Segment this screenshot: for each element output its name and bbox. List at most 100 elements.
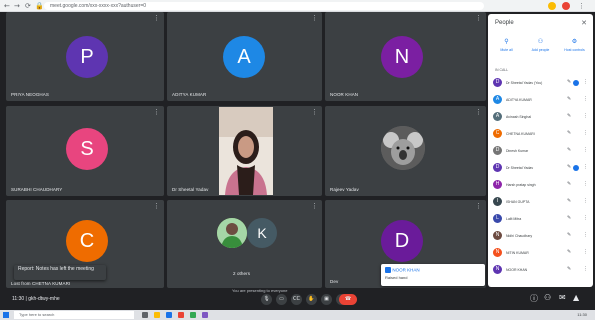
more-icon[interactable]: ⋮ xyxy=(583,147,588,153)
chat-icon[interactable]: ✉ xyxy=(559,293,566,302)
more-icon[interactable]: ⋮ xyxy=(583,79,588,85)
captions-button[interactable]: CC xyxy=(291,294,302,305)
lock-icon: 🔒 xyxy=(35,2,44,10)
tile-more-icon[interactable]: ⋮ xyxy=(153,14,160,22)
taskbar-search[interactable]: Type here to search xyxy=(14,311,134,319)
participant-name: ADITYA KUMAR xyxy=(506,98,532,102)
more-icon[interactable]: ⋮ xyxy=(583,181,588,187)
pin-icon[interactable]: ✎ xyxy=(567,96,571,102)
person-video-icon xyxy=(219,107,273,195)
host-controls-button[interactable]: ⚙ Host controls xyxy=(558,38,591,52)
info-icon[interactable]: ⓘ xyxy=(530,293,538,304)
more-icon[interactable]: ⋮ xyxy=(583,130,588,136)
tile-more-icon[interactable]: ⋮ xyxy=(311,202,318,210)
pin-icon[interactable]: ✎ xyxy=(567,181,571,187)
participant-row[interactable]: A ADITYA KUMAR ✎ ⋮ xyxy=(493,93,589,107)
activities-icon[interactable]: ▲ xyxy=(573,293,579,302)
others-tile[interactable]: K ⋮ 2 others xyxy=(167,200,322,288)
file-explorer-icon[interactable] xyxy=(154,312,160,318)
participant-row[interactable]: D Dinesh Kumar ✎ ⋮ xyxy=(493,144,589,158)
more-icon[interactable]: ⋮ xyxy=(583,249,588,255)
pin-icon[interactable]: ✎ xyxy=(567,147,571,153)
hand-icon xyxy=(385,267,391,273)
participant-row[interactable]: N NITIN KUMAR ✎ ⋮ xyxy=(493,246,589,260)
forward-icon[interactable]: → xyxy=(14,1,20,11)
pin-icon[interactable]: ✎ xyxy=(567,232,571,238)
reload-icon[interactable]: ⟳ xyxy=(25,1,31,11)
participant-row[interactable]: D Dr Sheetal Yadav ✎ ⋮ xyxy=(493,161,589,175)
avatar: N xyxy=(381,36,423,78)
pin-icon[interactable]: ✎ xyxy=(567,130,571,136)
camera-button[interactable]: ▭ xyxy=(276,294,287,305)
tile-more-icon[interactable]: ⋮ xyxy=(475,108,482,116)
participant-row[interactable]: H Harsh pratap singh ✎ ⋮ xyxy=(493,178,589,192)
pin-icon[interactable]: ✎ xyxy=(567,79,571,85)
avatar: S xyxy=(66,128,108,170)
people-icon[interactable]: ⚇ xyxy=(544,293,551,302)
pin-icon[interactable]: ✎ xyxy=(567,113,571,119)
present-button[interactable]: ▣ xyxy=(321,294,332,305)
participant-row[interactable]: A Avinash Singhal ✎ ⋮ xyxy=(493,110,589,124)
extension-icon[interactable] xyxy=(548,2,556,10)
profile-avatar[interactable] xyxy=(562,2,570,10)
more-icon[interactable]: ⋮ xyxy=(583,198,588,204)
pin-icon[interactable]: ✎ xyxy=(567,266,571,272)
more-icon[interactable]: ⋮ xyxy=(583,266,588,272)
participant-tile[interactable]: N ⋮ NOOR KHAN xyxy=(325,12,486,101)
more-icon[interactable]: ⋮ xyxy=(583,96,588,102)
participant-tile[interactable]: S ⋮ SURABHI CHAUDHARY xyxy=(6,106,164,196)
leave-call-button[interactable]: ☎ xyxy=(339,294,357,305)
presenting-label: You are presenting to everyone xyxy=(232,288,288,293)
more-icon[interactable]: ⋮ xyxy=(583,113,588,119)
host-controls-icon: ⚙ xyxy=(571,38,578,45)
mic-button[interactable]: 🎙 xyxy=(261,294,272,305)
participant-row[interactable]: C CHETNA KUMARI ✎ ⋮ xyxy=(493,127,589,141)
participant-tile[interactable]: ⋮ Rajeev Yadav xyxy=(325,106,486,196)
participant-row[interactable]: N NOOR KHAN ✎ ⋮ xyxy=(493,263,589,277)
participant-row[interactable]: N Nidhi Chaudhary ✎ ⋮ xyxy=(493,229,589,243)
participant-tile[interactable]: C ⋮ Report: Notes has left the meeting L… xyxy=(6,200,164,288)
app-icon[interactable] xyxy=(202,312,208,318)
tile-more-icon[interactable]: ⋮ xyxy=(475,14,482,22)
add-people-button[interactable]: ⚇ Add people xyxy=(524,38,557,52)
participant-tile[interactable]: A ⋮ ADITYA KUMAR xyxy=(167,12,322,101)
pin-icon[interactable]: ✎ xyxy=(567,164,571,170)
mute-all-button[interactable]: ⚲ Mute all xyxy=(490,38,523,52)
browser-menu-icon[interactable]: ⋮ xyxy=(578,1,585,11)
chrome-icon[interactable] xyxy=(178,312,184,318)
meeting-control-bar: 11:30 | gkh-dtwy-mhe You are presenting … xyxy=(0,288,595,310)
task-view-icon[interactable] xyxy=(142,312,148,318)
participant-name: Avinash Singhal xyxy=(506,115,532,119)
pin-icon[interactable]: ✎ xyxy=(567,215,571,221)
pin-icon[interactable]: ✎ xyxy=(567,249,571,255)
participant-row[interactable]: I ISHAN GUPTA ✎ ⋮ xyxy=(493,195,589,209)
participant-name: NOOR KHAN xyxy=(506,268,528,272)
tile-more-icon[interactable]: ⋮ xyxy=(153,202,160,210)
speaking-icon xyxy=(573,80,579,86)
participant-row[interactable]: D Dr Sheetal Yadav (You) ✎ ⋮ xyxy=(493,76,589,90)
pin-icon[interactable]: ✎ xyxy=(567,198,571,204)
address-bar[interactable]: meet.google.com/xxx-xxxx-xxx?authuser=0 xyxy=(44,2,484,10)
more-icon[interactable]: ⋮ xyxy=(583,232,588,238)
start-icon[interactable] xyxy=(3,312,9,318)
participant-name: Dr Sheetal Yadav (You) xyxy=(506,81,543,85)
hand-raised-toast[interactable]: NOOR KHAN Raised hand xyxy=(381,264,485,286)
more-icon[interactable]: ⋮ xyxy=(583,215,588,221)
participant-tile-video[interactable]: ⋮ Dr Sheetal Yadav xyxy=(167,106,322,196)
participant-row[interactable]: L Lalit Mitra ✎ ⋮ xyxy=(493,212,589,226)
panel-title: People xyxy=(495,20,514,26)
tile-more-icon[interactable]: ⋮ xyxy=(311,14,318,22)
participant-tile[interactable]: D ⋮ Dev NOOR KHAN Raised hand xyxy=(325,200,486,288)
edge-icon[interactable] xyxy=(166,312,172,318)
store-icon[interactable] xyxy=(190,312,196,318)
tile-more-icon[interactable]: ⋮ xyxy=(311,108,318,116)
more-icon[interactable]: ⋮ xyxy=(583,164,588,170)
participant-name: ISHAN GUPTA xyxy=(506,200,530,204)
tile-more-icon[interactable]: ⋮ xyxy=(475,202,482,210)
mute-all-icon: ⚲ xyxy=(504,38,509,45)
raise-hand-button[interactable]: ✋ xyxy=(306,294,317,305)
close-icon[interactable]: ✕ xyxy=(581,19,587,27)
participant-tile[interactable]: P ⋮ PRIYA NEOGHAS xyxy=(6,12,164,101)
back-icon[interactable]: ← xyxy=(4,1,10,11)
tile-more-icon[interactable]: ⋮ xyxy=(153,108,160,116)
